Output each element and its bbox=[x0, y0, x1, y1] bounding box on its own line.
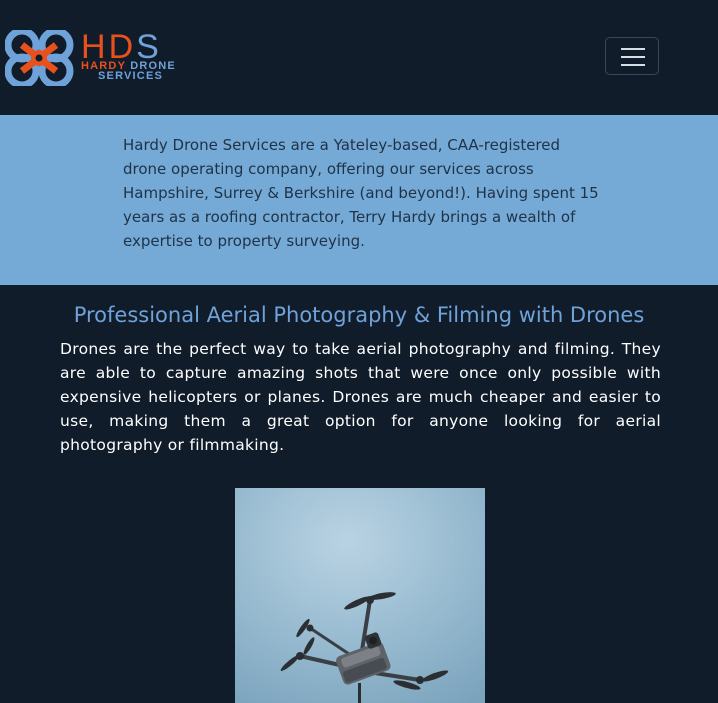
navbar: HDS HARDY DRONE SERVICES bbox=[0, 0, 718, 115]
hamburger-icon bbox=[621, 48, 645, 50]
section-body: Drones are the perfect way to take aeria… bbox=[60, 340, 661, 454]
drone-photo bbox=[235, 488, 485, 703]
hamburger-icon-bar bbox=[621, 56, 645, 58]
hamburger-icon-bar bbox=[621, 64, 645, 66]
menu-toggle-button[interactable] bbox=[605, 37, 659, 75]
logo-wordmark: HDS bbox=[81, 30, 162, 64]
logo-services: SERVICES bbox=[98, 70, 164, 82]
drone-image bbox=[235, 488, 485, 703]
intro-band: Hardy Drone Services are a Yateley-based… bbox=[0, 115, 718, 285]
brand-logo[interactable]: HDS HARDY DRONE SERVICES bbox=[5, 30, 190, 86]
intro-text: Hardy Drone Services are a Yateley-based… bbox=[123, 136, 599, 250]
section-title: Professional Aerial Photography & Filmin… bbox=[73, 303, 645, 327]
drone-logo-icon bbox=[5, 30, 74, 86]
